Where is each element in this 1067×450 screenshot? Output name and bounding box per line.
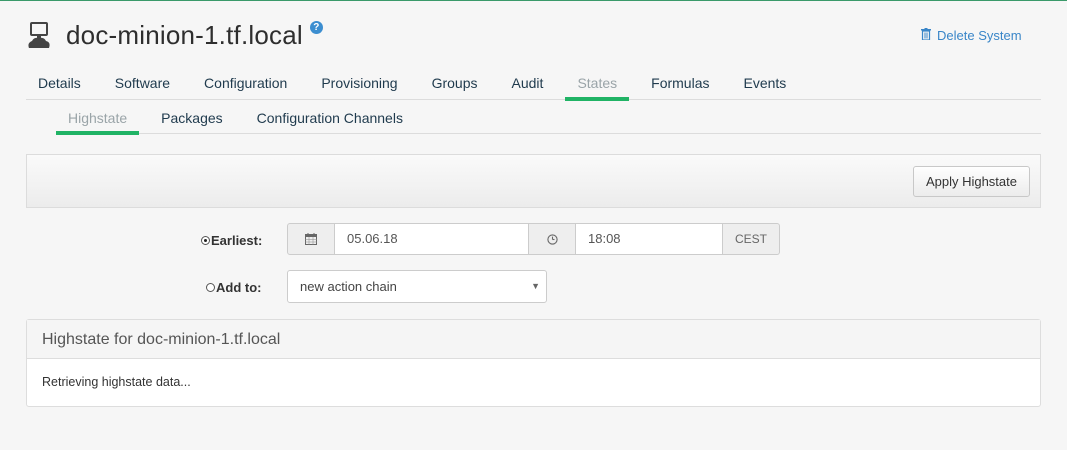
caret-down-icon: ▼	[531, 281, 540, 291]
system-tabs: Details Software Configuration Provision…	[26, 67, 1041, 101]
system-server-icon	[26, 21, 52, 49]
add-to-radio[interactable]	[206, 282, 215, 292]
tab-states[interactable]: States	[565, 67, 629, 101]
apply-highstate-button[interactable]: Apply Highstate	[912, 166, 1030, 197]
question-circle-icon[interactable]: ?	[309, 20, 323, 34]
add-to-label: Add to:	[216, 279, 262, 295]
delete-system-link[interactable]: Delete System	[921, 28, 1022, 43]
tab-software[interactable]: Software	[103, 67, 182, 100]
subtab-packages[interactable]: Packages	[149, 102, 234, 134]
tab-groups[interactable]: Groups	[420, 67, 490, 100]
subtab-configuration-channels[interactable]: Configuration Channels	[245, 102, 415, 134]
tab-provisioning[interactable]: Provisioning	[309, 67, 409, 100]
subtab-highstate[interactable]: Highstate	[56, 102, 140, 135]
calendar-icon[interactable]	[287, 223, 335, 255]
add-to-row: Add to:	[206, 279, 261, 295]
states-subtabs: Highstate Packages Configuration Channel…	[56, 102, 1041, 135]
action-toolbar: Apply Highstate	[26, 154, 1041, 208]
time-input[interactable]: 18:08	[576, 223, 723, 255]
action-chain-select[interactable]: new action chain ▼	[287, 270, 547, 303]
tab-audit[interactable]: Audit	[500, 67, 556, 100]
page-title: doc-minion-1.tf.local	[66, 19, 303, 50]
tab-formulas[interactable]: Formulas	[639, 67, 721, 100]
delete-system-label: Delete System	[937, 28, 1022, 43]
action-chain-value: new action chain	[300, 279, 397, 294]
highstate-panel: Highstate for doc-minion-1.tf.local Retr…	[26, 319, 1041, 407]
tab-events[interactable]: Events	[732, 67, 799, 100]
timezone-label: CEST	[723, 223, 780, 255]
panel-status-text: Retrieving highstate data...	[42, 375, 191, 389]
clock-icon[interactable]	[529, 223, 576, 255]
earliest-radio[interactable]	[201, 235, 210, 245]
date-input[interactable]: 05.06.18	[335, 223, 529, 255]
datetime-picker: 05.06.18 18:08 CEST	[287, 223, 780, 255]
panel-title: Highstate for doc-minion-1.tf.local	[27, 320, 1040, 359]
page-header: doc-minion-1.tf.local ?	[26, 15, 323, 55]
earliest-label: Earliest:	[211, 232, 263, 248]
tab-configuration[interactable]: Configuration	[192, 67, 299, 100]
earliest-row: Earliest:	[201, 232, 262, 248]
tab-details[interactable]: Details	[26, 67, 93, 100]
trash-icon	[921, 28, 931, 43]
